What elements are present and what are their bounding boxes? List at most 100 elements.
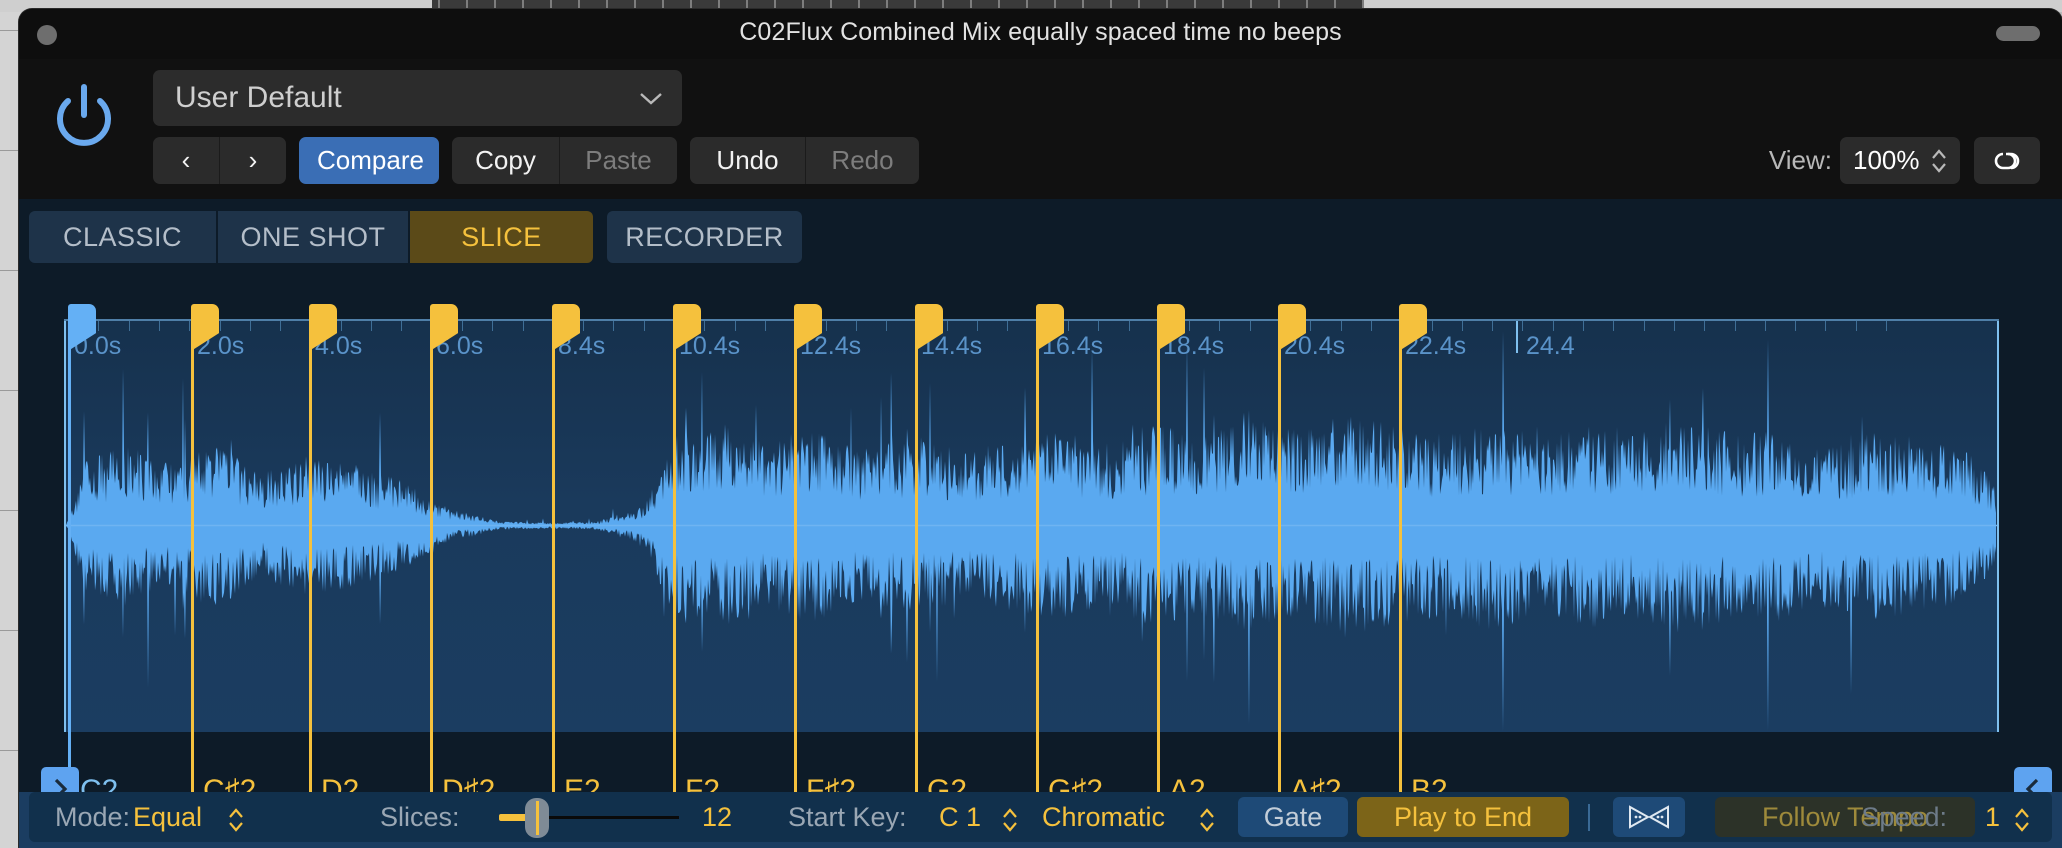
compare-button[interactable]: Compare	[299, 137, 439, 184]
background-tick	[858, 0, 860, 9]
slice-marker-line[interactable]	[915, 349, 918, 807]
slices-slider-handle[interactable]	[525, 798, 549, 838]
view-zoom-value: 100%	[1853, 145, 1920, 175]
ruler-tick	[886, 321, 888, 331]
ruler-tick	[158, 321, 160, 331]
tab-recorder[interactable]: RECORDER	[607, 211, 802, 263]
undo-button[interactable]: Undo	[690, 137, 805, 184]
ruler-tick	[98, 321, 100, 331]
tab-classic-label: CLASSIC	[62, 222, 183, 252]
ruler-tick	[1825, 321, 1827, 331]
next-preset-label: ›	[248, 145, 258, 175]
scale-value[interactable]: Chromatic	[1042, 802, 1165, 833]
quick-sampler-window: C02Flux Combined Mix equally spaced time…	[0, 0, 2062, 848]
ruler-tick	[1643, 321, 1645, 331]
ruler-tick	[189, 321, 191, 331]
tab-one-shot-label: ONE SHOT	[240, 222, 386, 252]
crossfade-button[interactable]	[1613, 797, 1685, 837]
ruler-tick	[1795, 321, 1797, 331]
ruler-tick	[1098, 321, 1100, 331]
ruler-tick	[128, 321, 130, 331]
plugin-header-toolbar: User Default ‹ › Compare Copy Paste Undo…	[19, 59, 2062, 199]
background-tick	[970, 0, 972, 9]
view-label: View:	[1768, 145, 1832, 175]
chevron-down-icon	[638, 90, 664, 111]
ruler-tick	[401, 321, 403, 331]
mode-value[interactable]: Equal	[133, 802, 202, 833]
preset-select[interactable]: User Default	[153, 70, 682, 126]
next-preset-button[interactable]: ›	[220, 137, 286, 184]
ruler-tick	[1764, 321, 1766, 331]
tab-slice[interactable]: SLICE	[410, 211, 593, 263]
slice-marker-line[interactable]	[673, 349, 676, 807]
slice-marker-line[interactable]	[430, 349, 433, 807]
ruler-tick	[1310, 321, 1312, 331]
ruler-tick	[1128, 321, 1130, 331]
start-key-stepper-icon[interactable]	[1000, 807, 1020, 838]
ruler-tick	[704, 321, 706, 331]
ruler-tick	[643, 321, 645, 331]
ruler-tick	[1492, 321, 1494, 331]
mode-stepper-icon[interactable]	[226, 807, 246, 838]
tab-one-shot[interactable]: ONE SHOT	[218, 211, 408, 263]
prev-preset-button[interactable]: ‹	[153, 137, 219, 184]
slice-marker-line[interactable]	[552, 349, 555, 807]
background-tick	[1194, 0, 1196, 9]
copy-button[interactable]: Copy	[452, 137, 559, 184]
tab-recorder-label: RECORDER	[625, 222, 784, 252]
speed-value[interactable]: 1	[1985, 802, 2000, 833]
ruler-tick	[1734, 321, 1736, 331]
redo-button[interactable]: Redo	[806, 137, 919, 184]
ruler-tick	[461, 321, 463, 331]
background-tick	[830, 0, 832, 9]
speed-stepper-icon[interactable]	[2012, 807, 2032, 838]
slice-marker-line[interactable]	[1399, 349, 1402, 807]
play-to-end-button[interactable]: Play to End	[1357, 797, 1569, 837]
background-tick	[578, 0, 580, 9]
slice-marker-line[interactable]	[1036, 349, 1039, 807]
start-key-value[interactable]: C 1	[939, 802, 981, 833]
background-tick	[662, 0, 664, 9]
paste-button[interactable]: Paste	[560, 137, 677, 184]
slices-value: 12	[702, 802, 733, 832]
ruler-tick	[249, 321, 251, 331]
undo-label: Undo	[716, 145, 779, 175]
slice-marker-line[interactable]	[1278, 349, 1281, 807]
tab-classic[interactable]: CLASSIC	[29, 211, 216, 263]
power-icon[interactable]	[48, 81, 120, 153]
bottom-toolbar: Mode: Equal Slices: 12 Start Key: C 1 Ch…	[19, 792, 2062, 848]
ruler-tick	[1522, 321, 1524, 331]
slice-marker-line[interactable]	[191, 349, 194, 807]
slice-marker-layer	[64, 304, 1999, 807]
ruler-tick	[1067, 321, 1069, 331]
ruler-tick	[825, 321, 827, 331]
mode-tabs: CLASSIC ONE SHOT SLICE RECORDER	[29, 211, 802, 263]
slice-marker-line[interactable]	[309, 349, 312, 807]
link-button[interactable]	[1974, 137, 2040, 184]
background-tick	[1166, 0, 1168, 9]
ruler-tick	[1583, 321, 1584, 331]
ruler-tick	[1461, 321, 1463, 331]
waveform-region: 0.0s 2.0s 4.0s 6.0s 8.4s 10.4s 12.4s 14.4s 16.4s…	[19, 274, 2062, 811]
time-ruler[interactable]: 0.0s 2.0s 4.0s 6.0s 8.4s 10.4s 12.4s 14.4s 16.4s…	[64, 319, 1999, 360]
ruler-tick	[764, 321, 766, 331]
mode-toolbar: CLASSIC ONE SHOT SLICE RECORDER C02Flux …	[19, 199, 2062, 446]
view-zoom-stepper[interactable]: 100%	[1840, 137, 1960, 184]
slice-marker-line[interactable]	[794, 349, 797, 807]
scale-stepper-icon[interactable]	[1197, 807, 1217, 838]
ruler-tick	[1886, 321, 1887, 331]
gate-button[interactable]: Gate	[1238, 797, 1348, 837]
slice-marker-line[interactable]	[68, 349, 71, 807]
ruler-tick	[1007, 321, 1009, 331]
background-tick	[438, 0, 440, 9]
background-tick	[1054, 0, 1056, 9]
background-tick	[774, 0, 776, 9]
slices-label: Slices:	[380, 802, 460, 832]
window-resize-pill[interactable]	[1996, 26, 2040, 41]
ruler-tick	[1189, 321, 1191, 331]
ruler-tick	[1340, 321, 1342, 331]
header-button-row: ‹ › Compare Copy Paste Undo Redo	[153, 137, 919, 184]
slice-marker-line[interactable]	[1157, 349, 1160, 807]
background-tick	[690, 0, 692, 9]
background-tick	[1222, 0, 1224, 9]
